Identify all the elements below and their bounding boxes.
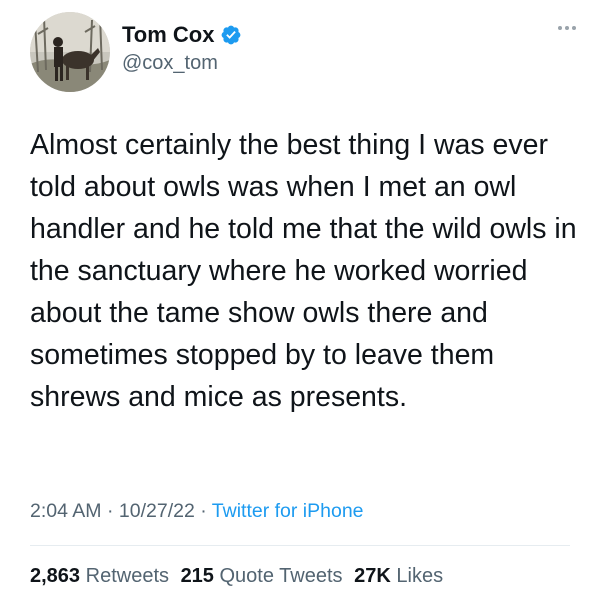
- author-handle[interactable]: @cox_tom: [122, 52, 218, 75]
- tweet-card: Tom Cox @cox_tom Almost certainly the be…: [0, 0, 600, 600]
- tweet-stats: 2,863 Retweets 215 Quote Tweets 27K Like…: [30, 565, 449, 588]
- likes-count: 27K: [354, 565, 391, 587]
- man-with-horse-avatar-icon: [30, 12, 110, 92]
- tweet-meta: 2:04 AM · 10/27/22 · Twitter for iPhone: [30, 500, 364, 523]
- tweet-date[interactable]: 10/27/22: [119, 500, 195, 522]
- tweet-source-link[interactable]: Twitter for iPhone: [212, 500, 364, 522]
- avatar[interactable]: [30, 12, 110, 92]
- author-name-row[interactable]: Tom Cox: [122, 22, 242, 48]
- quote-tweets-label: Quote Tweets: [219, 565, 343, 587]
- tweet-text: Almost certainly the best thing I was ev…: [30, 129, 577, 413]
- likes-stat[interactable]: 27K Likes: [354, 565, 443, 587]
- tweet-time[interactable]: 2:04 AM: [30, 500, 102, 522]
- meta-separator: ·: [194, 500, 212, 522]
- verified-badge-icon: [220, 24, 242, 46]
- author-display-name[interactable]: Tom Cox: [122, 22, 214, 48]
- divider: [30, 545, 570, 546]
- more-options-icon[interactable]: [558, 26, 576, 30]
- quote-tweets-stat[interactable]: 215 Quote Tweets: [181, 565, 343, 587]
- retweets-count: 2,863: [30, 565, 81, 587]
- meta-separator: ·: [101, 500, 119, 522]
- likes-label: Likes: [396, 565, 444, 587]
- retweets-stat[interactable]: 2,863 Retweets: [30, 565, 169, 587]
- quote-tweets-count: 215: [180, 565, 214, 587]
- retweets-label: Retweets: [85, 565, 169, 587]
